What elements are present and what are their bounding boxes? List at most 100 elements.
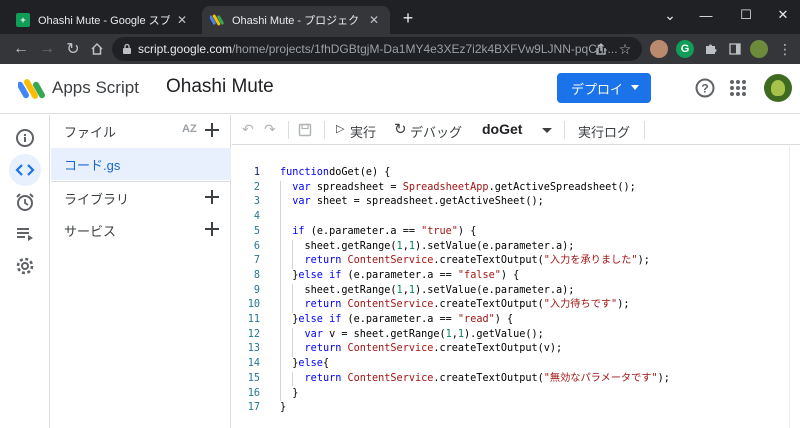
code-token: ) {: [494, 314, 514, 325]
dropdown-arrow-icon: [631, 85, 639, 90]
code-token: }: [280, 387, 299, 399]
divider: [564, 121, 565, 139]
line-number: 14: [247, 358, 260, 370]
save-icon[interactable]: [298, 123, 312, 140]
tab-search-icon[interactable]: ⌄: [650, 0, 690, 30]
grammarly-icon[interactable]: G: [676, 40, 694, 58]
triggers-alarm-icon[interactable]: [9, 186, 41, 218]
forward-icon[interactable]: →: [36, 38, 58, 60]
code-token: "無効なパラメータです": [543, 372, 658, 384]
code-editor[interactable]: 1 functiondoGet(e) {2 var spreadsheet = S…: [232, 146, 800, 428]
line-content: functiondoGet(e) {: [280, 166, 390, 181]
editor-scrollbar[interactable]: [789, 146, 800, 428]
code-line[interactable]: 4: [232, 210, 800, 225]
code-line[interactable]: 17}: [232, 401, 800, 416]
close-icon[interactable]: ✕: [174, 13, 190, 27]
project-title[interactable]: Ohashi Mute: [166, 76, 274, 98]
code-token: "read": [457, 314, 495, 325]
settings-gear-icon[interactable]: [9, 250, 41, 282]
new-tab-button[interactable]: +: [398, 9, 418, 29]
code-token: );: [637, 255, 650, 267]
execution-log-button[interactable]: 実行ログ: [578, 122, 630, 141]
code-token: (e.parameter.a ==: [304, 225, 422, 237]
undo-icon[interactable]: ↶: [242, 121, 254, 138]
debug-label: デバッグ: [410, 125, 463, 140]
overview-info-icon[interactable]: [9, 122, 41, 154]
window-close-icon[interactable]: ✕: [766, 0, 800, 30]
code-token: sheet = spreadsheet.getActiveSheet();: [310, 196, 544, 208]
code-line[interactable]: 14 }else{: [232, 357, 800, 372]
add-file-icon[interactable]: [202, 120, 222, 140]
line-number: 10: [247, 299, 260, 311]
side-panel-icon[interactable]: [724, 38, 746, 60]
code-token: (e.parameter.a ==: [341, 314, 458, 325]
menu-kebab-icon[interactable]: ⋮: [774, 38, 796, 60]
code-token: );: [657, 372, 670, 384]
code-token: if: [329, 269, 342, 281]
line-content: return ContentService.createTextOutput(v…: [280, 342, 563, 357]
profile-avatar[interactable]: [750, 40, 768, 58]
code-line[interactable]: 8 }else if (e.parameter.a == "false") {: [232, 269, 800, 284]
back-icon[interactable]: ←: [10, 38, 32, 60]
function-select[interactable]: doGet: [482, 115, 556, 145]
code-token: if: [329, 314, 342, 325]
code-line[interactable]: 9 sheet.getRange(1,1).setValue(e.paramet…: [232, 284, 800, 299]
code-token: .createTextOutput(: [433, 299, 544, 311]
code-line[interactable]: 3 var sheet = spreadsheet.getActiveSheet…: [232, 195, 800, 210]
file-item-code-gs[interactable]: コード.gs: [51, 148, 231, 180]
executions-list-icon[interactable]: [9, 218, 41, 250]
sort-az-icon[interactable]: AZ: [182, 123, 197, 135]
line-content: return ContentService.createTextOutput("…: [280, 298, 630, 313]
share-icon[interactable]: [590, 38, 612, 60]
reload-icon[interactable]: ↻: [62, 38, 84, 60]
code-line[interactable]: 15 return ContentService.createTextOutpu…: [232, 372, 800, 387]
redo-icon[interactable]: ↷: [264, 121, 276, 138]
code-line[interactable]: 5 if (e.parameter.a == "true") {: [232, 225, 800, 240]
extension-avatar-icon[interactable]: [650, 40, 668, 58]
browser-tab-sheets[interactable]: + Ohashi Mute - Google スプレッドシ ✕: [8, 6, 198, 34]
editor-code-icon[interactable]: [9, 154, 41, 186]
code-line[interactable]: 7 return ContentService.createTextOutput…: [232, 254, 800, 269]
divider: [324, 121, 325, 139]
code-token: }: [280, 402, 287, 414]
maximize-icon[interactable]: ☐: [726, 0, 766, 30]
line-content: var spreadsheet = SpreadsheetApp.getActi…: [280, 181, 636, 196]
code-line[interactable]: 2 var spreadsheet = SpreadsheetApp.getAc…: [232, 181, 800, 196]
code-token: );: [617, 299, 630, 311]
bookmark-star-icon[interactable]: ☆: [614, 38, 636, 60]
close-icon[interactable]: ✕: [366, 13, 382, 27]
code-token: "入力を承りました": [543, 255, 638, 267]
code-token: return: [304, 255, 342, 267]
indent-guide: [292, 283, 294, 313]
code-token: var: [304, 328, 323, 340]
help-icon[interactable]: ?: [694, 77, 716, 99]
code-token: .getActiveSpreadsheet();: [488, 181, 636, 193]
line-number: 1: [253, 167, 260, 178]
divider: [288, 121, 289, 139]
apps-grid-icon[interactable]: [729, 79, 747, 97]
line-number: 6: [253, 240, 260, 252]
code-line[interactable]: 11 }else if (e.parameter.a == "read") {: [232, 313, 800, 328]
code-token: if: [292, 225, 305, 237]
account-avatar[interactable]: [764, 74, 792, 102]
chevron-down-icon: [542, 128, 552, 133]
code-token: sheet.getRange(: [280, 284, 397, 296]
browser-tab-apps-script[interactable]: Ohashi Mute - プロジェクト編集者 ✕: [202, 6, 390, 34]
code-line[interactable]: 12 var v = sheet.getRange(1,1).getValue(…: [232, 328, 800, 343]
deploy-button[interactable]: デプロイ: [557, 73, 651, 103]
minimize-icon[interactable]: —: [686, 0, 726, 30]
code-line[interactable]: 13 return ContentService.createTextOutpu…: [232, 342, 800, 357]
address-bar[interactable]: script.google.com/home/projects/1fhDGBtg…: [112, 37, 642, 61]
code-line[interactable]: 6 sheet.getRange(1,1).setValue(e.paramet…: [232, 240, 800, 255]
code-token: ).setValue(e.parameter.a);: [414, 284, 575, 296]
line-number: 5: [253, 225, 260, 237]
code-token: ) {: [457, 225, 477, 237]
code-line[interactable]: 1 functiondoGet(e) {: [232, 166, 800, 181]
home-icon[interactable]: [86, 38, 108, 60]
code-line[interactable]: 10 return ContentService.createTextOutpu…: [232, 298, 800, 313]
code-token: "入力待ちです": [543, 299, 618, 311]
code-line[interactable]: 16 }: [232, 387, 800, 402]
add-library-icon[interactable]: [202, 187, 222, 207]
extensions-puzzle-icon[interactable]: [700, 38, 722, 60]
add-service-icon[interactable]: [202, 219, 222, 239]
